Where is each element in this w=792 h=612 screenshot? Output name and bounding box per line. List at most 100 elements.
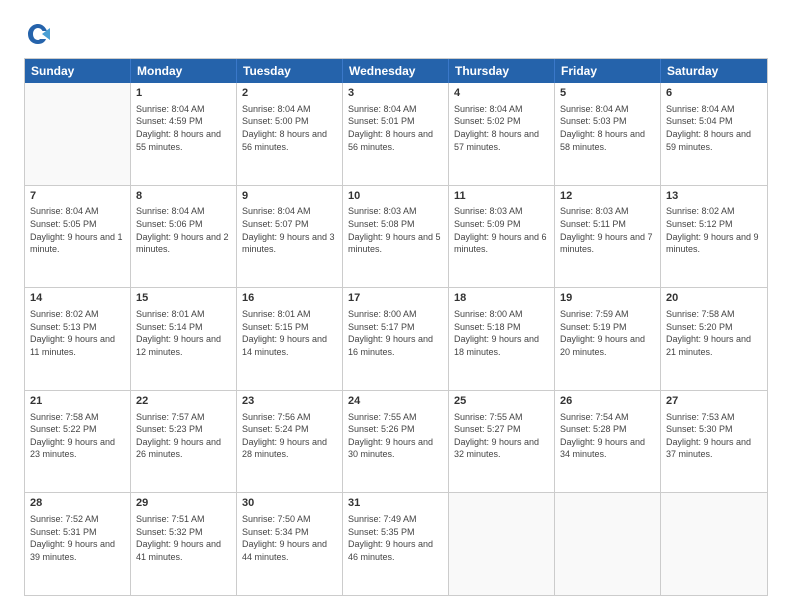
calendar-cell-day-3: 3 Sunrise: 8:04 AMSunset: 5:01 PMDaylight… <box>343 83 449 185</box>
cell-content: Sunrise: 7:56 AMSunset: 5:24 PMDaylight:… <box>242 411 337 461</box>
cell-content: Sunrise: 8:04 AMSunset: 4:59 PMDaylight:… <box>136 103 231 153</box>
calendar-cell-empty <box>555 493 661 595</box>
calendar-cell-day-18: 18 Sunrise: 8:00 AMSunset: 5:18 PMDayligh… <box>449 288 555 390</box>
header-day-friday: Friday <box>555 59 661 83</box>
cell-content: Sunrise: 8:04 AMSunset: 5:07 PMDaylight:… <box>242 205 337 255</box>
calendar-cell-day-4: 4 Sunrise: 8:04 AMSunset: 5:02 PMDaylight… <box>449 83 555 185</box>
calendar-cell-day-29: 29 Sunrise: 7:51 AMSunset: 5:32 PMDayligh… <box>131 493 237 595</box>
day-number: 16 <box>242 291 337 306</box>
day-number: 25 <box>454 394 549 409</box>
calendar-cell-day-11: 11Sunrise: 8:03 AMSunset: 5:09 PMDayligh… <box>449 186 555 288</box>
calendar-cell-day-19: 19 Sunrise: 7:59 AMSunset: 5:19 PMDayligh… <box>555 288 661 390</box>
header-day-saturday: Saturday <box>661 59 767 83</box>
calendar-cell-day-14: 14 Sunrise: 8:02 AMSunset: 5:13 PMDayligh… <box>25 288 131 390</box>
cell-content: Sunrise: 7:58 AMSunset: 5:20 PMDaylight:… <box>666 308 762 358</box>
day-number: 20 <box>666 291 762 306</box>
cell-content: Sunrise: 7:55 AMSunset: 5:27 PMDaylight:… <box>454 411 549 461</box>
day-number: 23 <box>242 394 337 409</box>
day-number: 15 <box>136 291 231 306</box>
cell-content: Sunrise: 8:04 AMSunset: 5:04 PMDaylight:… <box>666 103 762 153</box>
day-number: 10 <box>348 189 443 204</box>
calendar-row-3: 21Sunrise: 7:58 AMSunset: 5:22 PMDayligh… <box>25 391 767 494</box>
calendar-cell-day-6: 6Sunrise: 8:04 AMSunset: 5:04 PMDaylight… <box>661 83 767 185</box>
cell-content: Sunrise: 8:04 AMSunset: 5:05 PMDaylight:… <box>30 205 125 255</box>
day-number: 21 <box>30 394 125 409</box>
day-number: 24 <box>348 394 443 409</box>
cell-content: Sunrise: 7:51 AMSunset: 5:32 PMDaylight:… <box>136 513 231 563</box>
day-number: 1 <box>136 86 231 101</box>
calendar-row-2: 14 Sunrise: 8:02 AMSunset: 5:13 PMDayligh… <box>25 288 767 391</box>
day-number: 7 <box>30 189 125 204</box>
calendar-cell-day-10: 10Sunrise: 8:03 AMSunset: 5:08 PMDayligh… <box>343 186 449 288</box>
day-number: 13 <box>666 189 762 204</box>
day-number: 28 <box>30 496 125 511</box>
calendar-row-4: 28 Sunrise: 7:52 AMSunset: 5:31 PMDayligh… <box>25 493 767 595</box>
calendar-cell-day-8: 8Sunrise: 8:04 AMSunset: 5:06 PMDaylight… <box>131 186 237 288</box>
calendar-cell-day-22: 22 Sunrise: 7:57 AMSunset: 5:23 PMDayligh… <box>131 391 237 493</box>
calendar-cell-day-12: 12Sunrise: 8:03 AMSunset: 5:11 PMDayligh… <box>555 186 661 288</box>
cell-content: Sunrise: 7:52 AMSunset: 5:31 PMDaylight:… <box>30 513 125 563</box>
calendar: SundayMondayTuesdayWednesdayThursdayFrid… <box>24 58 768 596</box>
day-number: 2 <box>242 86 337 101</box>
header-day-tuesday: Tuesday <box>237 59 343 83</box>
page: SundayMondayTuesdayWednesdayThursdayFrid… <box>0 0 792 612</box>
cell-content: Sunrise: 7:59 AMSunset: 5:19 PMDaylight:… <box>560 308 655 358</box>
day-number: 4 <box>454 86 549 101</box>
day-number: 26 <box>560 394 655 409</box>
header-day-monday: Monday <box>131 59 237 83</box>
calendar-cell-day-27: 27Sunrise: 7:53 AMSunset: 5:30 PMDayligh… <box>661 391 767 493</box>
logo-icon <box>24 20 52 48</box>
calendar-cell-day-15: 15 Sunrise: 8:01 AMSunset: 5:14 PMDayligh… <box>131 288 237 390</box>
cell-content: Sunrise: 8:04 AMSunset: 5:03 PMDaylight:… <box>560 103 655 153</box>
cell-content: Sunrise: 8:04 AMSunset: 5:02 PMDaylight:… <box>454 103 549 153</box>
header <box>24 20 768 48</box>
calendar-cell-day-16: 16 Sunrise: 8:01 AMSunset: 5:15 PMDayligh… <box>237 288 343 390</box>
calendar-header: SundayMondayTuesdayWednesdayThursdayFrid… <box>25 59 767 83</box>
cell-content: Sunrise: 8:04 AMSunset: 5:00 PMDaylight:… <box>242 103 337 153</box>
day-number: 27 <box>666 394 762 409</box>
calendar-cell-day-25: 25 Sunrise: 7:55 AMSunset: 5:27 PMDayligh… <box>449 391 555 493</box>
calendar-cell-day-13: 13Sunrise: 8:02 AMSunset: 5:12 PMDayligh… <box>661 186 767 288</box>
cell-content: Sunrise: 8:01 AMSunset: 5:14 PMDaylight:… <box>136 308 231 358</box>
cell-content: Sunrise: 8:03 AMSunset: 5:08 PMDaylight:… <box>348 205 443 255</box>
calendar-row-1: 7Sunrise: 8:04 AMSunset: 5:05 PMDaylight… <box>25 186 767 289</box>
day-number: 22 <box>136 394 231 409</box>
cell-content: Sunrise: 7:57 AMSunset: 5:23 PMDaylight:… <box>136 411 231 461</box>
calendar-cell-day-20: 20 Sunrise: 7:58 AMSunset: 5:20 PMDayligh… <box>661 288 767 390</box>
calendar-cell-empty <box>25 83 131 185</box>
logo <box>24 20 56 48</box>
day-number: 9 <box>242 189 337 204</box>
calendar-cell-day-9: 9Sunrise: 8:04 AMSunset: 5:07 PMDaylight… <box>237 186 343 288</box>
cell-content: Sunrise: 8:02 AMSunset: 5:13 PMDaylight:… <box>30 308 125 358</box>
cell-content: Sunrise: 8:04 AMSunset: 5:01 PMDaylight:… <box>348 103 443 153</box>
calendar-cell-day-30: 30 Sunrise: 7:50 AMSunset: 5:34 PMDayligh… <box>237 493 343 595</box>
calendar-cell-day-23: 23 Sunrise: 7:56 AMSunset: 5:24 PMDayligh… <box>237 391 343 493</box>
day-number: 19 <box>560 291 655 306</box>
calendar-cell-day-31: 31Sunrise: 7:49 AMSunset: 5:35 PMDayligh… <box>343 493 449 595</box>
calendar-cell-day-2: 2 Sunrise: 8:04 AMSunset: 5:00 PMDaylight… <box>237 83 343 185</box>
day-number: 18 <box>454 291 549 306</box>
cell-content: Sunrise: 7:54 AMSunset: 5:28 PMDaylight:… <box>560 411 655 461</box>
cell-content: Sunrise: 8:00 AMSunset: 5:17 PMDaylight:… <box>348 308 443 358</box>
day-number: 29 <box>136 496 231 511</box>
cell-content: Sunrise: 7:55 AMSunset: 5:26 PMDaylight:… <box>348 411 443 461</box>
cell-content: Sunrise: 8:04 AMSunset: 5:06 PMDaylight:… <box>136 205 231 255</box>
header-day-thursday: Thursday <box>449 59 555 83</box>
day-number: 31 <box>348 496 443 511</box>
cell-content: Sunrise: 8:00 AMSunset: 5:18 PMDaylight:… <box>454 308 549 358</box>
cell-content: Sunrise: 8:03 AMSunset: 5:11 PMDaylight:… <box>560 205 655 255</box>
day-number: 8 <box>136 189 231 204</box>
day-number: 14 <box>30 291 125 306</box>
calendar-row-0: 1 Sunrise: 8:04 AMSunset: 4:59 PMDaylight… <box>25 83 767 186</box>
header-day-wednesday: Wednesday <box>343 59 449 83</box>
cell-content: Sunrise: 8:02 AMSunset: 5:12 PMDaylight:… <box>666 205 762 255</box>
calendar-cell-day-17: 17Sunrise: 8:00 AMSunset: 5:17 PMDayligh… <box>343 288 449 390</box>
cell-content: Sunrise: 8:01 AMSunset: 5:15 PMDaylight:… <box>242 308 337 358</box>
day-number: 3 <box>348 86 443 101</box>
cell-content: Sunrise: 7:50 AMSunset: 5:34 PMDaylight:… <box>242 513 337 563</box>
day-number: 30 <box>242 496 337 511</box>
calendar-cell-day-21: 21Sunrise: 7:58 AMSunset: 5:22 PMDayligh… <box>25 391 131 493</box>
calendar-cell-empty <box>661 493 767 595</box>
calendar-cell-empty <box>449 493 555 595</box>
calendar-body: 1 Sunrise: 8:04 AMSunset: 4:59 PMDaylight… <box>25 83 767 595</box>
